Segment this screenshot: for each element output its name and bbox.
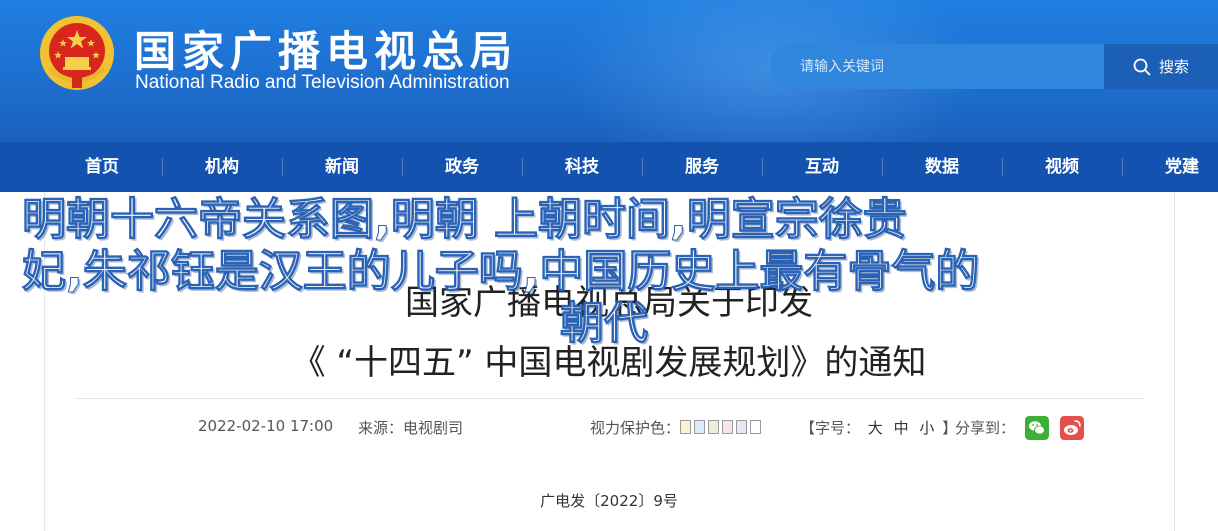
search-button-label: 搜索	[1158, 58, 1189, 76]
nav-item-data[interactable]: 数据	[882, 142, 1002, 192]
nav-item-services[interactable]: 服务	[642, 142, 762, 192]
search-button[interactable]: 搜索	[1104, 44, 1218, 89]
nav-item-government-affairs[interactable]: 政务	[402, 142, 522, 192]
nav-item-party-building[interactable]: 党建	[1122, 142, 1218, 192]
font-size-small[interactable]: 小	[919, 419, 934, 437]
overlay-headline-line1: 明朝十六帝关系图,明朝 上朝时间,明宣宗徐贵	[22, 194, 908, 246]
publish-date: 2022-02-10 17:00	[198, 417, 334, 435]
font-size-medium[interactable]: 中	[894, 419, 909, 437]
eye-care-swatch-green[interactable]	[708, 420, 720, 434]
eye-care-swatch-white[interactable]	[750, 420, 762, 434]
nav-item-organization[interactable]: 机构	[162, 142, 282, 192]
nav-item-home[interactable]: 首页	[42, 142, 162, 192]
overlay-headline: 明朝十六帝关系图,明朝 上朝时间,明宣宗徐贵 妃,朱祁钰是汉王的儿子吗,中国历史…	[22, 194, 1202, 350]
site-title-english: National Radio and Television Administra…	[135, 72, 510, 93]
eye-care-swatch-pink[interactable]	[722, 420, 734, 434]
eye-care-swatch-purple[interactable]	[736, 420, 748, 434]
site-header: 国家广播电视总局 National Radio and Television A…	[0, 0, 1218, 142]
nav-item-interaction[interactable]: 互动	[762, 142, 882, 192]
document-number: 广电发〔2022〕9号	[540, 492, 678, 510]
nav-item-video[interactable]: 视频	[1002, 142, 1122, 192]
nav-item-news[interactable]: 新闻	[282, 142, 402, 192]
eye-care-swatch-yellow[interactable]	[680, 420, 692, 434]
weibo-icon[interactable]	[1060, 416, 1084, 440]
wechat-icon[interactable]	[1025, 416, 1049, 440]
search-input[interactable]	[770, 44, 1104, 89]
overlay-headline-line3: 朝代	[560, 298, 649, 350]
main-nav: 首页 机构 新闻 政务 科技 服务 互动 数据 视频 党建	[0, 142, 1218, 192]
site-title[interactable]: 国家广播电视总局	[134, 18, 518, 79]
font-size-control: 【字号： 大 中 小 】	[800, 417, 957, 438]
overlay-headline-line2: 妃,朱祁钰是汉王的儿子吗,中国历史上最有骨气的	[22, 246, 980, 298]
share-label: 分享到：	[955, 419, 1016, 437]
font-size-large[interactable]: 大	[868, 419, 883, 437]
title-divider	[75, 398, 1143, 399]
nav-item-technology[interactable]: 科技	[522, 142, 642, 192]
eye-care-control: 视力保护色：	[590, 417, 764, 438]
search-icon	[1133, 58, 1151, 75]
eye-care-label: 视力保护色：	[590, 419, 681, 437]
national-emblem-icon[interactable]	[38, 14, 116, 92]
eye-care-swatch-blue[interactable]	[694, 420, 706, 434]
article-source: 来源：电视剧司	[358, 419, 464, 437]
font-size-label: 【字号：	[800, 419, 861, 437]
search-bar: 搜索	[770, 44, 1218, 89]
